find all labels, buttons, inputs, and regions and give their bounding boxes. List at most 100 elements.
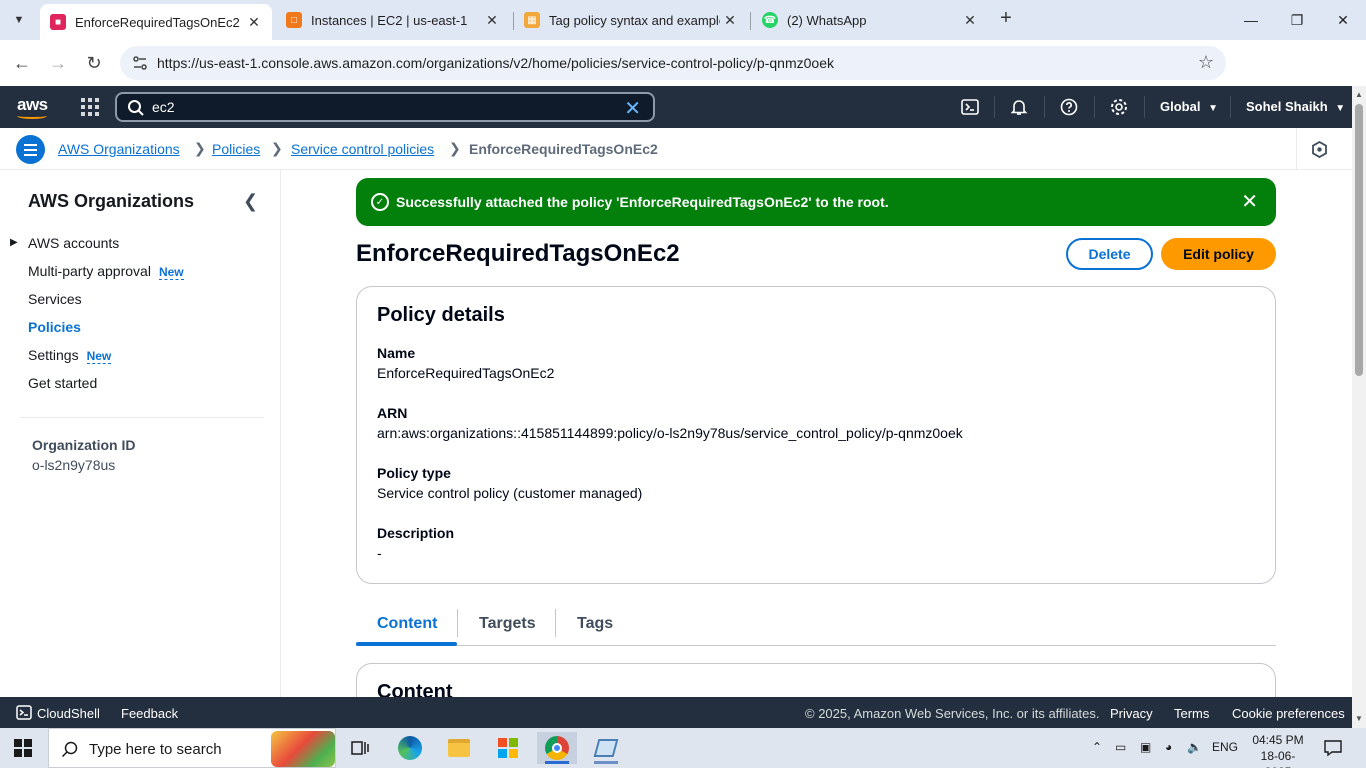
arn-label: ARN bbox=[377, 405, 408, 421]
taskbar-search-box[interactable]: Type here to search bbox=[48, 728, 336, 768]
browser-tab-tag-policy-docs[interactable]: ▦ Tag policy syntax and examples ✕ bbox=[514, 4, 748, 36]
name-value: EnforceRequiredTagsOnEc2 bbox=[377, 365, 555, 381]
page-scrollbar[interactable]: ▲ ▼ bbox=[1352, 86, 1366, 728]
cloudshell-button[interactable] bbox=[960, 97, 980, 117]
task-view-icon bbox=[351, 741, 369, 755]
region-label: Global bbox=[1160, 99, 1201, 114]
account-menu[interactable]: Sohel Shaikh ▼ bbox=[1246, 99, 1345, 114]
restore-icon: ❐ bbox=[1290, 11, 1304, 28]
footer-feedback-link[interactable]: Feedback bbox=[121, 706, 178, 721]
notifications-center-icon[interactable] bbox=[1323, 739, 1343, 757]
browser-tab-aws-policy[interactable]: ■ EnforceRequiredTagsOnEc2 | AWS ✕ bbox=[40, 4, 272, 40]
windows-start-icon[interactable] bbox=[14, 739, 32, 757]
sidebar-item-settings[interactable]: Settings New bbox=[28, 347, 112, 364]
notifications-button[interactable] bbox=[1009, 97, 1029, 117]
close-tab-icon[interactable]: ✕ bbox=[482, 10, 502, 30]
flash-message: Successfully attached the policy 'Enforc… bbox=[396, 194, 889, 210]
content-heading: Content bbox=[377, 681, 453, 697]
ec2-favicon-icon: □ bbox=[286, 12, 302, 28]
success-flash-banner: ✓ Successfully attached the policy 'Enfo… bbox=[356, 178, 1276, 226]
close-tab-icon[interactable]: ✕ bbox=[720, 10, 740, 30]
tab-content[interactable]: Content bbox=[377, 615, 437, 633]
tab-divider bbox=[555, 609, 556, 637]
sidebar-item-services[interactable]: Services bbox=[28, 291, 82, 307]
aws-docs-favicon-icon: ▦ bbox=[524, 12, 540, 28]
scrollbar-thumb[interactable] bbox=[1355, 104, 1363, 376]
tab-tags[interactable]: Tags bbox=[577, 615, 613, 633]
footer-cloudshell-link[interactable]: CloudShell bbox=[37, 706, 100, 721]
info-panel-icon[interactable] bbox=[1311, 141, 1328, 158]
region-selector[interactable]: Global ▼ bbox=[1160, 99, 1218, 114]
arn-value: arn:aws:organizations::415851144899:poli… bbox=[377, 425, 963, 441]
battery-icon[interactable]: ▭ bbox=[1115, 740, 1126, 754]
browser-tab-ec2-instances[interactable]: □ Instances | EC2 | us-east-1 ✕ bbox=[276, 4, 510, 36]
browser-tab-title: EnforceRequiredTagsOnEc2 | AWS bbox=[75, 14, 244, 30]
input-language[interactable]: ENG bbox=[1212, 740, 1238, 754]
sidebar-item-policies[interactable]: Policies bbox=[28, 319, 81, 335]
taskbar-edge-app[interactable] bbox=[390, 732, 430, 764]
caret-down-icon: ▼ bbox=[1335, 103, 1346, 114]
footer-cookie-preferences-link[interactable]: Cookie preferences bbox=[1232, 706, 1345, 721]
breadcrumb-service-control-policies[interactable]: Service control policies bbox=[291, 141, 434, 157]
close-tab-icon[interactable]: ✕ bbox=[960, 10, 980, 30]
scroll-up-icon[interactable]: ▲ bbox=[1355, 90, 1363, 99]
clear-search-icon[interactable]: ✕ bbox=[624, 96, 641, 121]
taskbar-search-placeholder: Type here to search bbox=[89, 741, 222, 758]
back-button[interactable]: ← bbox=[10, 51, 34, 75]
new-tab-button[interactable]: + bbox=[995, 8, 1017, 30]
browser-tab-whatsapp[interactable]: ☎ (2) WhatsApp ✕ bbox=[752, 4, 988, 36]
restore-window-button[interactable]: ❐ bbox=[1274, 0, 1320, 40]
taskbar-chrome-app[interactable] bbox=[537, 732, 577, 764]
search-query: ec2 bbox=[152, 99, 175, 115]
dismiss-flash-icon[interactable]: ✕ bbox=[1241, 189, 1258, 214]
aws-smile-icon bbox=[17, 113, 47, 119]
breadcrumb-current: EnforceRequiredTagsOnEc2 bbox=[469, 141, 658, 157]
close-window-button[interactable]: ✕ bbox=[1320, 0, 1366, 40]
footer-privacy-link[interactable]: Privacy bbox=[1110, 706, 1153, 721]
delete-button[interactable]: Delete bbox=[1066, 238, 1153, 270]
task-view-button[interactable] bbox=[340, 732, 380, 764]
help-icon bbox=[1060, 98, 1078, 116]
sidebar-item-aws-accounts[interactable]: AWS accounts bbox=[28, 235, 119, 251]
system-clock[interactable]: 04:45 PM 18-06-2025 bbox=[1250, 732, 1306, 768]
taskbar-file-explorer-app[interactable] bbox=[439, 732, 479, 764]
forward-button[interactable]: → bbox=[46, 51, 70, 75]
volume-icon[interactable]: 🔈 bbox=[1187, 740, 1202, 754]
aws-search-input[interactable]: ec2 ✕ bbox=[115, 92, 655, 122]
taskbar-notes-app[interactable] bbox=[586, 732, 626, 764]
breadcrumb-policies[interactable]: Policies bbox=[212, 141, 260, 157]
divider bbox=[20, 417, 264, 418]
collapse-nav-icon[interactable]: ❮ bbox=[243, 191, 258, 212]
chevron-right-icon: ❯ bbox=[271, 140, 283, 156]
taskbar-store-app[interactable] bbox=[488, 732, 528, 764]
wifi-icon[interactable]: ◕ bbox=[1165, 740, 1172, 754]
tab-search-button[interactable]: ▼ bbox=[6, 7, 32, 33]
close-tab-icon[interactable]: ✕ bbox=[244, 12, 264, 32]
nav-divider bbox=[1144, 96, 1145, 118]
site-info-icon[interactable] bbox=[132, 55, 148, 71]
bookmark-star-icon[interactable]: ☆ bbox=[1198, 52, 1214, 73]
aws-logo[interactable]: aws bbox=[17, 95, 48, 119]
breadcrumb-aws-organizations[interactable]: AWS Organizations bbox=[58, 141, 180, 157]
footer-terms-link[interactable]: Terms bbox=[1174, 706, 1209, 721]
help-button[interactable] bbox=[1059, 97, 1079, 117]
aws-top-navigation: aws ec2 ✕ Global ▼ Sohel Shaikh ▼ bbox=[0, 86, 1352, 128]
description-value: - bbox=[377, 545, 382, 561]
scroll-down-icon[interactable]: ▼ bbox=[1355, 714, 1363, 723]
edit-policy-button[interactable]: Edit policy bbox=[1161, 238, 1276, 270]
side-navigation-toggle[interactable] bbox=[16, 135, 45, 164]
reload-button[interactable]: ↻ bbox=[82, 51, 106, 75]
address-bar[interactable]: https://us-east-1.console.aws.amazon.com… bbox=[120, 46, 1226, 80]
settings-button[interactable] bbox=[1109, 97, 1129, 117]
sidebar-item-multi-party-approval[interactable]: Multi-party approval New bbox=[28, 263, 184, 280]
services-menu-grid-icon[interactable] bbox=[81, 98, 99, 116]
expand-triangle-icon[interactable]: ▶ bbox=[10, 237, 18, 248]
main-content: ✓ Successfully attached the policy 'Enfo… bbox=[281, 170, 1352, 697]
tab-targets[interactable]: Targets bbox=[479, 615, 536, 633]
minimize-window-button[interactable]: — bbox=[1228, 0, 1274, 40]
policy-tabs: Content Targets Tags bbox=[356, 606, 1276, 646]
network-display-icon[interactable]: ▣ bbox=[1140, 740, 1151, 754]
side-nav-title[interactable]: AWS Organizations bbox=[28, 191, 194, 212]
sidebar-item-get-started[interactable]: Get started bbox=[28, 375, 97, 391]
show-hidden-icons-icon[interactable]: ⌃ bbox=[1092, 740, 1102, 754]
